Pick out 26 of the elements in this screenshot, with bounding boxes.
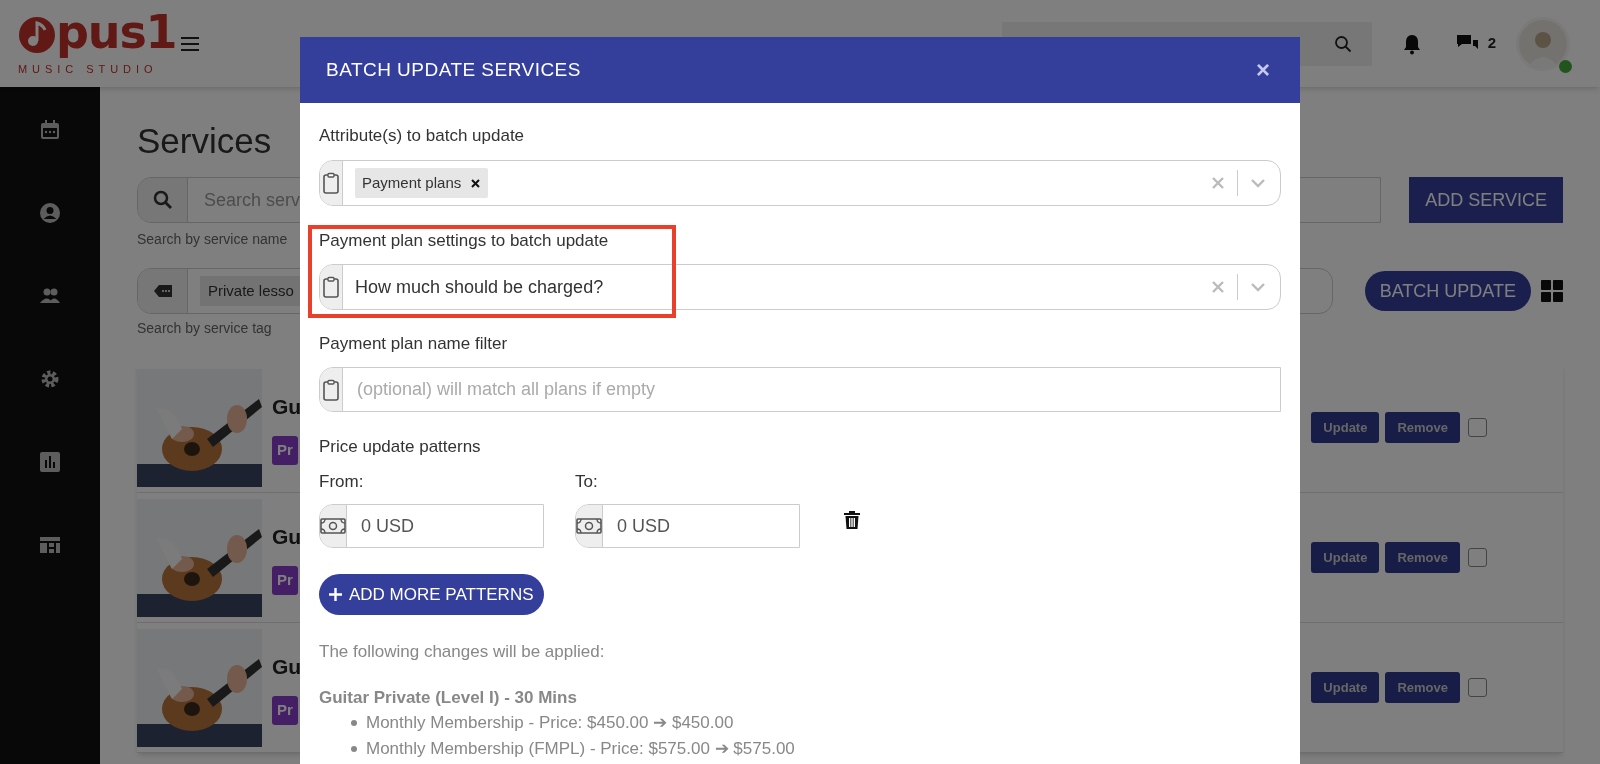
message-count: 2 [1487,33,1496,54]
modal-title: BATCH UPDATE SERVICES [326,57,581,82]
service-title: Gu [272,653,302,680]
chip-label: Payment plans [362,172,462,193]
select-value: How much should be charged? [355,275,604,299]
section-label: Price update patterns [319,436,481,458]
service-tag: Pr [272,696,298,725]
change-item: Monthly Membership - Price: $450.00 ➔ $450.00 [366,712,734,735]
field-label: Payment plan settings to batch update [319,230,609,252]
field-label: Attribute(s) to batch update [319,125,525,147]
logo-subtitle: MUSIC STUDIO [18,62,159,78]
to-label: To: [575,471,598,493]
page-title: Services [137,120,272,162]
tag-hint: Search by service tag [137,319,272,338]
service-tag: Pr [272,436,298,465]
from-label: From: [319,471,365,493]
service-name: Guitar Private (Level I) - 30 Mins [319,687,577,709]
service-title: Gu [272,393,302,420]
change-item: Monthly Membership (FMPL) - Price: $575.00 ➔ $575.00 [366,738,795,761]
tag-chip: Private lesso [200,275,302,307]
service-tag: Pr [272,566,298,595]
search-hint: Search by service name [137,230,288,249]
logo-text: pus1 [56,9,177,56]
changes-intro: The following changes will be applied: [319,641,605,663]
service-title: Gu [272,523,302,550]
field-label: Payment plan name filter [319,333,508,355]
